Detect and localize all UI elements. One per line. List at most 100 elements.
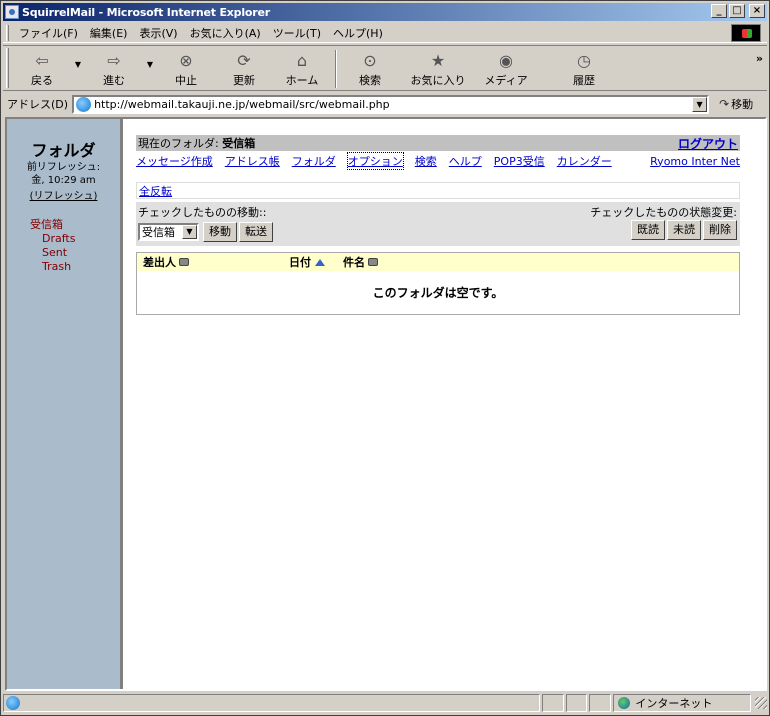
favorites-label: お気に入り: [410, 74, 466, 87]
provider-link[interactable]: Ryomo Inter Net: [650, 155, 740, 168]
folder-sent[interactable]: Sent: [30, 246, 120, 260]
back-dropdown[interactable]: ▼: [71, 46, 85, 69]
resize-grip[interactable]: [755, 697, 768, 709]
back-button[interactable]: ⇦ 戻る: [13, 46, 71, 88]
address-url: http://webmail.takauji.ne.jp/webmail/src…: [94, 97, 390, 111]
history-label: 履歴: [573, 74, 595, 87]
column-subject[interactable]: 件名: [343, 254, 378, 270]
menu-help[interactable]: ヘルプ(H): [327, 25, 389, 41]
toolbar-grip: [6, 48, 9, 88]
stop-icon: ⊗: [179, 50, 193, 70]
folder-drafts[interactable]: Drafts: [30, 232, 120, 246]
toolbar-separator: [335, 50, 337, 88]
status-change-label: チェックしたものの状態変更:: [590, 206, 737, 219]
media-icon: ◉: [499, 50, 513, 70]
column-date-label: 日付: [289, 256, 311, 269]
column-date[interactable]: 日付: [289, 254, 343, 270]
current-folder: 現在のフォルダ: 受信箱: [138, 135, 255, 151]
go-button[interactable]: ↷ 移動: [719, 96, 753, 112]
menu-edit[interactable]: 編集(E): [84, 25, 134, 41]
refresh-link[interactable]: (リフレッシュ): [7, 187, 120, 202]
minimize-button[interactable]: _: [711, 4, 727, 18]
address-bar: アドレス(D) http://webmail.takauji.ne.jp/web…: [3, 93, 767, 115]
ie-icon: [5, 5, 19, 19]
status-bar: インターネット: [3, 693, 768, 713]
home-label: ホーム: [285, 74, 319, 87]
nav-search[interactable]: 検索: [415, 153, 437, 169]
status-buttons: 既読 未読 削除: [629, 220, 737, 240]
folder-trash[interactable]: Trash: [30, 260, 120, 274]
nav-calendar[interactable]: カレンダー: [557, 153, 612, 169]
mark-unread-button[interactable]: 未読: [667, 220, 701, 240]
nav-options[interactable]: オプション: [346, 152, 404, 170]
chevron-down-icon: ▼: [182, 225, 197, 239]
message-list-header: 差出人 日付 件名: [137, 253, 739, 271]
status-panel: [589, 694, 612, 712]
refresh-button[interactable]: ⟳ 更新: [215, 46, 273, 88]
menu-file[interactable]: ファイル(F): [13, 25, 84, 41]
nav-compose[interactable]: メッセージ作成: [136, 153, 213, 169]
home-icon: ⌂: [296, 50, 308, 70]
menu-bar: ファイル(F) 編集(E) 表示(V) お気に入り(A) ツール(T) ヘルプ(…: [3, 23, 767, 43]
window-title: SquirrelMail - Microsoft Internet Explor…: [22, 5, 270, 19]
globe-icon: [618, 697, 631, 709]
toggle-all-link[interactable]: 全反転: [139, 185, 172, 198]
address-input[interactable]: http://webmail.takauji.ne.jp/webmail/src…: [72, 94, 710, 114]
status-panel: [541, 694, 564, 712]
page-content: フォルダ 前リフレッシュ: 金, 10:29 am (リフレッシュ) 受信箱 D…: [5, 117, 767, 691]
message-pane: 現在のフォルダ: 受信箱 ログアウト メッセージ作成 アドレス帳 フォルダ オプ…: [123, 119, 765, 689]
column-from[interactable]: 差出人: [143, 254, 289, 270]
nav-links: メッセージ作成 アドレス帳 フォルダ オプション 検索 ヘルプ POP3受信 カ…: [136, 152, 740, 170]
forward-label: 進む: [103, 74, 125, 87]
empty-folder-message: このフォルダは空です。: [372, 286, 504, 300]
menu-favorites[interactable]: お気に入り(A): [184, 25, 267, 41]
nav-pop3[interactable]: POP3受信: [494, 153, 545, 169]
current-folder-label: 現在のフォルダ:: [138, 137, 219, 150]
move-button[interactable]: 移動: [203, 222, 237, 242]
status-panel: [565, 694, 588, 712]
last-refresh-time: 金, 10:29 am: [31, 175, 96, 186]
search-button[interactable]: ⊙ 検索: [341, 46, 399, 88]
search-label: 検索: [359, 74, 381, 87]
nav-addresses[interactable]: アドレス帳: [225, 153, 280, 169]
browser-window: SquirrelMail - Microsoft Internet Explor…: [0, 0, 770, 716]
toolbar-more-button[interactable]: »: [756, 52, 763, 65]
delete-button[interactable]: 削除: [703, 220, 737, 240]
move-folder-select[interactable]: 受信箱 ▼: [138, 223, 199, 241]
refresh-icon: ⟳: [237, 50, 251, 70]
current-folder-name: 受信箱: [222, 137, 256, 150]
go-arrow-icon: ↷: [719, 97, 730, 111]
nav-folders[interactable]: フォルダ: [292, 153, 336, 169]
media-button[interactable]: ◉ メディア: [477, 46, 535, 88]
menu-tools[interactable]: ツール(T): [267, 25, 327, 41]
menubar-grip: [6, 24, 9, 41]
forward-dropdown[interactable]: ▼: [143, 46, 157, 69]
close-button[interactable]: ×: [749, 4, 765, 18]
home-button[interactable]: ⌂ ホーム: [273, 46, 331, 88]
logout-link[interactable]: ログアウト: [678, 135, 738, 152]
menu-view[interactable]: 表示(V): [133, 25, 183, 41]
page-done-icon: [6, 696, 20, 710]
forward-button[interactable]: ⇨ 進む: [85, 46, 143, 88]
stop-button[interactable]: ⊗ 中止: [157, 46, 215, 88]
nav-help[interactable]: ヘルプ: [449, 153, 482, 169]
toggle-row: 全反転: [136, 182, 740, 199]
move-folder-value: 受信箱: [142, 226, 175, 239]
search-icon: ⊙: [363, 50, 377, 70]
folder-inbox[interactable]: 受信箱: [30, 218, 120, 232]
refresh-label: 更新: [233, 74, 255, 87]
column-from-label: 差出人: [143, 256, 176, 269]
folders-title: フォルダ: [31, 141, 96, 160]
address-dropdown[interactable]: ▼: [692, 96, 708, 112]
history-button[interactable]: ◷ 履歴: [555, 46, 613, 88]
title-bar: SquirrelMail - Microsoft Internet Explor…: [3, 3, 767, 21]
forward-message-button[interactable]: 転送: [239, 222, 273, 242]
back-label: 戻る: [31, 74, 53, 87]
last-refresh-label: 前リフレッシュ:: [26, 162, 101, 173]
history-icon: ◷: [577, 50, 591, 70]
favorites-button[interactable]: ★ お気に入り: [399, 46, 477, 88]
mark-read-button[interactable]: 既読: [631, 220, 665, 240]
maximize-button[interactable]: □: [729, 4, 745, 18]
folder-header: 現在のフォルダ: 受信箱 ログアウト: [136, 135, 740, 151]
sort-icon: [368, 258, 378, 266]
